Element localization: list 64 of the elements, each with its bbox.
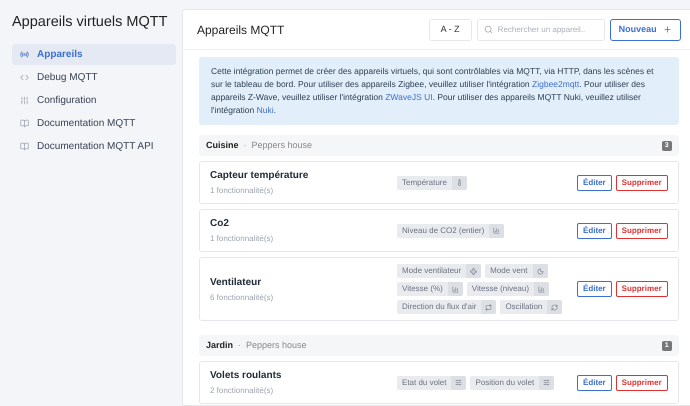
room-name: Jardin — [206, 338, 234, 352]
feature-tag: Niveau de CO2 (entier) — [397, 224, 504, 238]
radio-waves-icon — [20, 50, 29, 59]
plus-icon — [662, 25, 672, 34]
house-name: Peppers house — [252, 138, 314, 152]
device-name: Capteur température — [210, 169, 310, 183]
feature-tag: Vitesse (niveau) — [466, 282, 549, 296]
feature-tag: Mode vent — [485, 264, 548, 278]
device-name: Co2 — [210, 217, 230, 231]
feature-count: 1 fonctionnalité(s) — [210, 233, 274, 245]
sidebar-item[interactable]: Documentation MQTT API — [12, 136, 176, 157]
search-field[interactable]: Rechercher un appareil.. — [476, 18, 605, 40]
edit-button[interactable]: Éditer — [577, 222, 612, 238]
sidebar-item[interactable]: Debug MQTT — [12, 67, 176, 88]
sliders-icon — [543, 379, 550, 386]
sidebar-item[interactable]: Documentation MQTT — [12, 113, 176, 134]
sidebar-item[interactable]: Configuration — [12, 90, 176, 111]
info-message: Cette intégration permet de créer des appareils virtuels, qui sont contrôlables via MQTT, via HTTP, dans les scènes et sur le tableau de bord. Pour utiliser des appareils Zigbee, veuillez utiliser l'intégration Zigbee2mqtt. Pour utiliser des appareils Z-Wave, veuillez utiliser l'intégration ZWaveJS UI. Pour utiliser des appareils MQTT Nuki, veuillez utiliser l'intégration Nuki. — [199, 57, 679, 125]
feature-count: 1 fonctionnalité(s) — [210, 185, 274, 197]
feature-tag: Oscillation — [500, 300, 562, 314]
book-icon — [20, 119, 29, 128]
edit-button[interactable]: Éditer — [577, 174, 612, 190]
new-button[interactable]: Nouveau — [610, 18, 681, 40]
house-name: Peppers house — [246, 338, 308, 352]
feature-count: 2 fonctionnalité(s) — [210, 385, 274, 397]
feature-tag: Température — [397, 176, 467, 190]
sliders-icon — [455, 379, 462, 386]
delete-button[interactable]: Supprimer — [616, 174, 668, 190]
feature-count: 6 fonctionnalité(s) — [210, 292, 274, 304]
swap-arrows-icon — [485, 304, 492, 310]
sort-button[interactable]: A - Z — [428, 18, 472, 40]
delete-button[interactable]: Supprimer — [616, 374, 668, 390]
panel-title: Appareils MQTT — [197, 22, 286, 38]
feature-tag: Vitesse (%) — [397, 282, 463, 296]
code-icon — [20, 73, 29, 82]
separator-dot: · — [244, 138, 247, 152]
refresh-icon — [551, 304, 558, 310]
fan-icon — [470, 268, 478, 274]
moon-icon — [536, 268, 544, 274]
feature-tag: Position du volet — [470, 376, 554, 390]
feature-tag: Mode ventilateur — [397, 264, 482, 278]
device-name: Ventilateur — [210, 276, 262, 290]
thermometer-icon — [456, 179, 463, 186]
integration-link[interactable]: Nuki — [256, 105, 274, 115]
sliders-icon — [20, 96, 29, 105]
integration-link[interactable]: Zigbee2mqtt — [532, 79, 580, 89]
search-icon — [484, 25, 493, 34]
room-name: Cuisine — [206, 138, 239, 152]
edit-button[interactable]: Éditer — [577, 374, 612, 390]
search-input[interactable]: Rechercher un appareil.. — [498, 24, 601, 36]
sidebar-item[interactable]: Appareils — [12, 44, 176, 65]
edit-button[interactable]: Éditer — [577, 281, 612, 297]
book-icon — [20, 142, 29, 151]
device-name: Volets roulants — [210, 369, 282, 383]
delete-button[interactable]: Supprimer — [616, 222, 668, 238]
integration-link[interactable]: ZWaveJS UI — [385, 92, 433, 102]
bar-chart-icon — [538, 286, 545, 292]
feature-tag: Etat du volet — [397, 376, 466, 390]
feature-tag: Direction du flux d'air — [397, 300, 496, 314]
separator-dot: · — [238, 338, 242, 352]
app-title: Appareils virtuels MQTT — [12, 13, 169, 32]
bar-chart-icon — [493, 227, 500, 234]
delete-button[interactable]: Supprimer — [616, 281, 668, 297]
bar-chart-icon — [452, 286, 459, 292]
